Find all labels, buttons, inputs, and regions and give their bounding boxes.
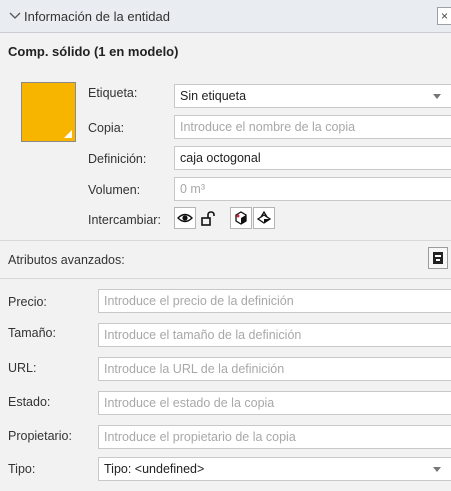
label-propietario: Propietario: (8, 429, 72, 443)
definicion-input[interactable]: caja octogonal (174, 146, 451, 170)
estado-input[interactable]: Introduce el estado de la copia (98, 391, 451, 415)
volumen-field: 0 m³ (174, 177, 451, 201)
cast-shadows-icon (235, 211, 247, 225)
unlock-icon (201, 211, 215, 226)
close-button[interactable]: × (437, 7, 451, 25)
lock-toggle[interactable] (197, 207, 219, 229)
stamp-icon (433, 252, 443, 264)
swatch-corner-icon (64, 130, 72, 138)
etiqueta-select[interactable]: Sin etiqueta (174, 84, 451, 108)
tamano-input[interactable]: Introduce el tamaño de la definición (98, 323, 451, 347)
tipo-select[interactable]: Tipo: <undefined> (98, 457, 451, 481)
precio-input[interactable]: Introduce el precio de la definición (98, 289, 451, 313)
entity-type-title: Comp. sólido (1 en modelo) (8, 44, 179, 59)
url-input[interactable]: Introduce la URL de la definición (98, 357, 451, 381)
advanced-attributes-button[interactable] (428, 247, 448, 269)
label-volumen: Volumen: (88, 183, 141, 197)
label-estado: Estado: (8, 395, 51, 409)
receive-shadows-toggle[interactable] (253, 207, 275, 229)
label-intercambiar: Intercambiar: (88, 213, 161, 227)
visibility-toggle[interactable] (174, 207, 196, 229)
label-definicion: Definición: (88, 152, 147, 166)
cast-shadows-toggle[interactable] (230, 207, 252, 229)
label-tamano: Tamaño: (8, 326, 56, 340)
copia-input[interactable]: Introduce el nombre de la copia (174, 115, 451, 139)
entity-info-panel: Información de la entidad × Comp. sólido… (0, 0, 451, 491)
panel-title: Información de la entidad (24, 9, 170, 24)
eye-icon (177, 213, 193, 223)
section-divider (0, 240, 451, 241)
propietario-input[interactable]: Introduce el propietario de la copia (98, 425, 451, 449)
label-tipo: Tipo: (8, 462, 36, 476)
chevron-down-icon[interactable] (8, 9, 22, 23)
label-atributos-avanzados: Atributos avanzados: (8, 253, 125, 267)
section-divider-2 (0, 278, 451, 279)
label-url: URL: (8, 361, 37, 375)
label-copia: Copia: (88, 121, 125, 135)
panel-header[interactable]: Información de la entidad × (0, 0, 451, 33)
material-color-swatch[interactable] (21, 82, 76, 142)
label-precio: Precio: (8, 295, 47, 309)
label-etiqueta: Etiqueta: (88, 86, 138, 100)
receive-shadows-icon (256, 210, 272, 224)
